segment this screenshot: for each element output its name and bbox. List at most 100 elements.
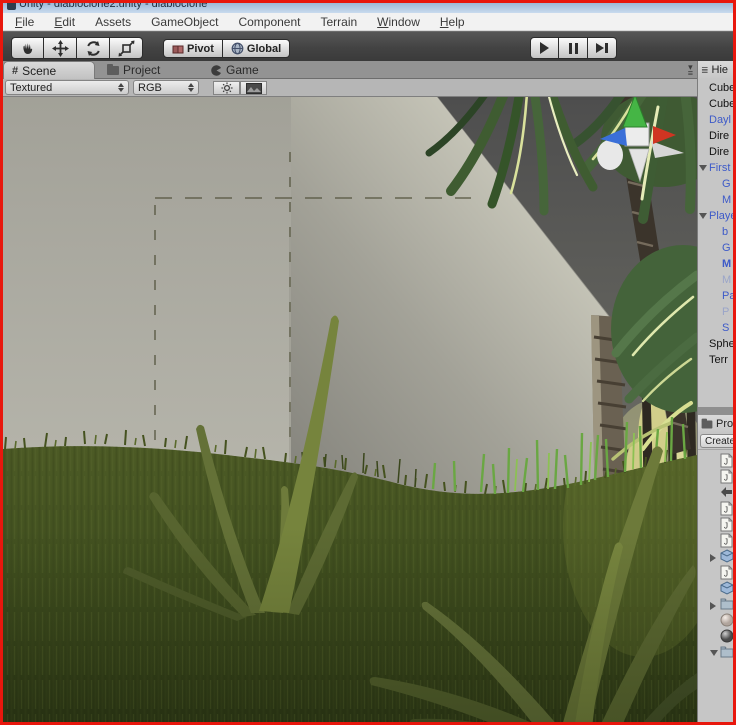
menu-item-component[interactable]: Component (228, 13, 310, 31)
scene-lighting-toggle[interactable] (213, 81, 240, 95)
menu-item-gameobject[interactable]: GameObject (141, 13, 228, 31)
menu-item-help[interactable]: Help (430, 13, 475, 31)
tab-game[interactable]: Game (211, 61, 259, 79)
move-tool-button[interactable] (44, 37, 77, 59)
updown-arrows-icon (188, 83, 194, 92)
project-asset-row[interactable]: J (698, 533, 733, 549)
hierarchy-item[interactable]: Dire (698, 144, 733, 160)
menu-item-window[interactable]: Window (367, 13, 430, 31)
menu-item-assets[interactable]: Assets (85, 13, 141, 31)
pane-options-icon[interactable]: ▾ ≡ (688, 63, 693, 78)
foldout-arrow-icon[interactable] (710, 602, 716, 610)
project-asset-row[interactable] (698, 645, 733, 661)
hierarchy-item[interactable]: Dayl (698, 112, 733, 128)
hierarchy-item[interactable]: b (698, 224, 733, 240)
tab-project[interactable]: Project (107, 61, 160, 79)
game-icon (211, 64, 221, 76)
project-asset-row[interactable]: J (698, 501, 733, 517)
create-button[interactable]: Create (700, 434, 733, 448)
hierarchy-item-label: Sphe (709, 338, 734, 350)
tab-project-panel[interactable]: Pro (698, 415, 733, 433)
hierarchy-item-label: G (722, 242, 731, 254)
foldout-arrow-icon[interactable] (699, 213, 707, 219)
tab-scene[interactable]: # Scene (3, 61, 95, 79)
folder-icon (720, 597, 733, 612)
project-asset-row[interactable]: J (698, 469, 733, 485)
hierarchy-item-label: First (709, 162, 731, 174)
color-channel-dropdown[interactable]: RGB (133, 80, 199, 95)
project-folder-icon (107, 63, 119, 75)
hierarchy-item-label: Dire (709, 146, 730, 158)
foldout-arrow-icon[interactable] (699, 165, 707, 171)
window-titlebar[interactable]: Unity - diablocione2.unity - diablocione (3, 3, 733, 13)
project-asset-row[interactable] (698, 597, 733, 613)
global-button[interactable]: Global (222, 39, 291, 58)
right-panel-column: ≣ Hie Cube Cube Dayl Dire Dire First G M Playe b G… (697, 61, 734, 722)
script-icon: J (720, 517, 733, 532)
foldout-arrow-icon[interactable] (710, 554, 716, 562)
menu-item-edit[interactable]: Edit (44, 13, 85, 31)
tab-hierarchy[interactable]: ≣ Hie (698, 61, 733, 79)
scene-skybox-toggle[interactable] (240, 81, 267, 95)
project-asset-row[interactable]: J (698, 517, 733, 533)
hierarchy-item-label: Pa (722, 290, 733, 302)
project-asset-row[interactable] (698, 613, 733, 629)
hierarchy-item[interactable]: G (698, 176, 733, 192)
prefab-icon (720, 549, 733, 564)
hierarchy-item[interactable]: Cube (698, 96, 733, 112)
project-asset-row[interactable] (698, 581, 733, 597)
scene-viewport[interactable] (3, 85, 733, 722)
hierarchy-item[interactable]: S (698, 320, 733, 336)
foldout-arrow-icon[interactable] (710, 650, 718, 656)
project-asset-row[interactable]: J (698, 453, 733, 469)
panel-splitter[interactable] (698, 407, 733, 415)
hierarchy-item-label: M (722, 258, 732, 270)
hierarchy-item[interactable]: Playe (698, 208, 733, 224)
script-icon: J (720, 453, 733, 468)
hierarchy-item[interactable]: M (698, 192, 733, 208)
project-asset-row[interactable] (698, 485, 733, 501)
script-icon: J (720, 565, 733, 580)
project-asset-row[interactable] (698, 629, 733, 645)
play-icon (540, 42, 549, 54)
scale-tool-button[interactable] (110, 37, 143, 59)
tab-project-label: Project (123, 63, 161, 77)
script-icon: J (720, 533, 733, 548)
view-tabstrip: # Scene Project Game ▾ ≡ (3, 61, 697, 79)
hierarchy-item-label: b (722, 226, 729, 238)
hierarchy-item[interactable]: Terr (698, 352, 733, 368)
play-button[interactable] (530, 37, 559, 59)
hierarchy-item[interactable]: Dire (698, 128, 733, 144)
menu-item-file[interactable]: File (5, 13, 44, 31)
render-mode-value: Textured (10, 81, 53, 94)
svg-text:J: J (724, 474, 728, 483)
project-asset-row[interactable]: J (698, 565, 733, 581)
tab-scene-label: Scene (22, 63, 57, 78)
image-icon (245, 82, 262, 94)
hierarchy-item[interactable]: M (698, 256, 733, 272)
hierarchy-item-label: P (722, 306, 730, 318)
unity-editor-window: Unity - diablocione2.unity - diablocione… (0, 0, 736, 725)
transform-tools (11, 37, 143, 59)
sun-icon (220, 82, 233, 94)
script-icon: J (720, 469, 733, 484)
pivot-button[interactable]: Pivot (163, 39, 223, 58)
menu-item-terrain[interactable]: Terrain (310, 13, 367, 31)
hierarchy-item[interactable]: M (698, 272, 733, 288)
hierarchy-item-label: S (722, 322, 730, 334)
scene-control-bar: Textured RGB (3, 79, 697, 97)
step-button[interactable] (588, 37, 617, 59)
hierarchy-item[interactable]: Sphe (698, 336, 734, 352)
rotate-tool-button[interactable] (77, 37, 110, 59)
tab-hierarchy-label: Hie (711, 64, 729, 76)
render-mode-dropdown[interactable]: Textured (5, 80, 129, 95)
hierarchy-item[interactable]: Cube (698, 80, 733, 96)
pause-button[interactable] (559, 37, 588, 59)
project-asset-row[interactable] (698, 549, 733, 565)
hierarchy-item[interactable]: G (698, 240, 733, 256)
hierarchy-item[interactable]: Pa (698, 288, 733, 304)
hierarchy-item[interactable]: P (698, 304, 733, 320)
updown-arrows-icon (118, 83, 124, 92)
hand-tool-button[interactable] (11, 37, 44, 59)
hierarchy-item[interactable]: First (698, 160, 733, 176)
